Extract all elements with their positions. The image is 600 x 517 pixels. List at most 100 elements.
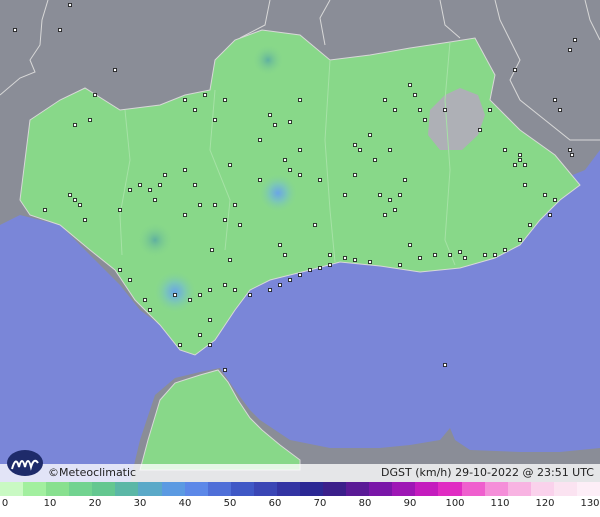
station-marker-icon: [233, 203, 237, 207]
station-marker-icon: [393, 208, 397, 212]
station-marker-icon: [353, 173, 357, 177]
legend-color-swatch: [69, 482, 93, 496]
station-marker-icon: [318, 266, 322, 270]
station-marker-icon: [143, 298, 147, 302]
map-view: ©Meteoclimatic DGST (km/h) 29-10-2022 @ …: [0, 0, 600, 517]
legend-tick-label: 60: [268, 498, 282, 509]
legend-color-swatch: [530, 482, 554, 496]
legend-color-swatch: [276, 482, 301, 496]
gust-area: [252, 44, 284, 76]
station-marker-icon: [223, 218, 227, 222]
credit-text: ©Meteoclimatic: [48, 466, 137, 479]
station-marker-icon: [68, 3, 72, 7]
station-marker-icon: [138, 183, 142, 187]
station-marker-icon: [78, 203, 82, 207]
station-marker-icon: [463, 256, 467, 260]
station-marker-icon: [268, 288, 272, 292]
station-marker-icon: [13, 28, 17, 32]
station-marker-icon: [388, 198, 392, 202]
station-marker-icon: [543, 193, 547, 197]
station-marker-icon: [413, 93, 417, 97]
station-marker-icon: [503, 148, 507, 152]
station-marker-icon: [178, 343, 182, 347]
legend-color-swatch: [346, 482, 370, 496]
station-marker-icon: [288, 278, 292, 282]
station-marker-icon: [273, 123, 277, 127]
legend-color-swatch: [207, 482, 231, 496]
station-marker-icon: [418, 256, 422, 260]
station-marker-icon: [358, 148, 362, 152]
legend-tick-label: 40: [178, 498, 192, 509]
station-marker-icon: [298, 98, 302, 102]
station-marker-icon: [228, 258, 232, 262]
station-marker-icon: [193, 108, 197, 112]
station-marker-icon: [318, 178, 322, 182]
legend-color-swatch: [184, 482, 208, 496]
legend-color-swatch: [484, 482, 508, 496]
legend-color-swatch: [92, 482, 116, 496]
station-marker-icon: [148, 188, 152, 192]
station-marker-icon: [298, 273, 302, 277]
legend-color-swatch: [392, 482, 416, 496]
station-marker-icon: [193, 183, 197, 187]
station-marker-icon: [528, 223, 532, 227]
station-marker-icon: [213, 118, 217, 122]
station-marker-icon: [173, 293, 177, 297]
station-marker-icon: [368, 133, 372, 137]
station-marker-icon: [513, 68, 517, 72]
station-marker-icon: [378, 193, 382, 197]
station-marker-icon: [398, 263, 402, 267]
station-marker-icon: [308, 268, 312, 272]
station-marker-icon: [113, 68, 117, 72]
station-marker-icon: [353, 143, 357, 147]
legend-color-swatch: [161, 482, 185, 496]
legend-color-swatch: [115, 482, 139, 496]
legend-color-swatch: [0, 482, 24, 496]
station-marker-icon: [478, 128, 482, 132]
legend-color-swatch: [300, 482, 324, 496]
station-marker-icon: [313, 223, 317, 227]
color-legend: 0 10 20 30 40 50 60 70 80 90 100 110 120 130: [0, 482, 600, 517]
gust-core: [153, 270, 197, 314]
station-marker-icon: [73, 198, 77, 202]
gust-core: [258, 173, 298, 213]
station-marker-icon: [93, 93, 97, 97]
legend-color-swatch: [46, 482, 70, 496]
station-marker-icon: [548, 213, 552, 217]
station-marker-icon: [198, 203, 202, 207]
legend-tick-label: 100: [445, 498, 465, 509]
station-marker-icon: [503, 248, 507, 252]
station-marker-icon: [83, 218, 87, 222]
station-marker-icon: [223, 368, 227, 372]
station-marker-icon: [443, 363, 447, 367]
station-marker-icon: [343, 256, 347, 260]
legend-tick-label: 0: [1, 498, 9, 509]
station-marker-icon: [68, 193, 72, 197]
station-marker-icon: [488, 108, 492, 112]
station-marker-icon: [373, 158, 377, 162]
station-marker-icon: [368, 260, 372, 264]
station-marker-icon: [483, 253, 487, 257]
station-marker-icon: [223, 283, 227, 287]
station-marker-icon: [518, 238, 522, 242]
station-marker-icon: [328, 263, 332, 267]
legend-color-swatch: [576, 482, 600, 496]
legend-tick-label: 120: [535, 498, 555, 509]
station-marker-icon: [573, 38, 577, 42]
station-marker-icon: [278, 283, 282, 287]
station-marker-icon: [210, 248, 214, 252]
station-marker-icon: [203, 93, 207, 97]
map-caption: DGST (km/h) 29-10-2022 @ 23:51 UTC: [381, 466, 594, 479]
station-marker-icon: [518, 158, 522, 162]
legend-tick-label: 130: [580, 498, 600, 509]
station-marker-icon: [418, 108, 422, 112]
station-marker-icon: [183, 98, 187, 102]
gust-area: [137, 222, 173, 258]
station-marker-icon: [353, 258, 357, 262]
station-marker-icon: [258, 138, 262, 142]
station-marker-icon: [148, 308, 152, 312]
station-marker-icon: [278, 243, 282, 247]
legend-color-swatch: [507, 482, 531, 496]
station-marker-icon: [268, 113, 272, 117]
station-marker-icon: [288, 168, 292, 172]
